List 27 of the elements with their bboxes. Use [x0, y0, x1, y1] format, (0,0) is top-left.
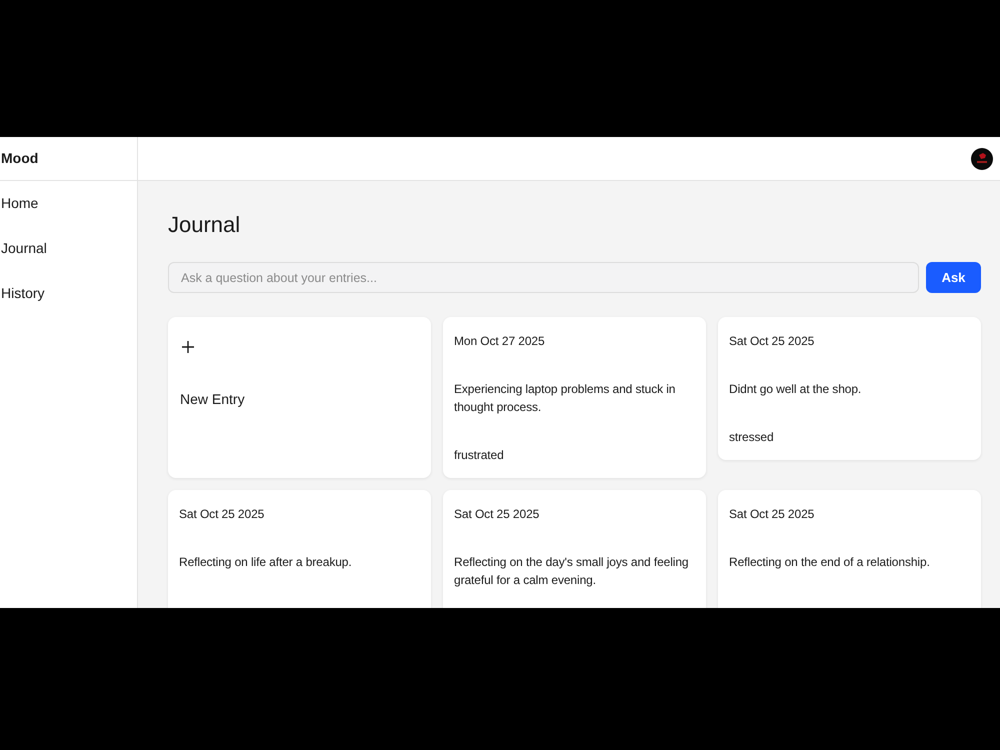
sidebar-item[interactable]: Home: [0, 181, 38, 226]
entry-text: Reflecting on the day's small joys and feeling grateful for a calm evening.: [454, 554, 690, 589]
entry-card[interactable]: Sat Oct 25 2025 Reflecting on the end of a relationship.: [718, 490, 981, 608]
page-title: Journal: [168, 211, 240, 239]
plus-icon: [182, 341, 194, 353]
avatar-icon[interactable]: [971, 148, 993, 170]
entry-card[interactable]: Sat Oct 25 2025 Didnt go well at the shop. stressed: [718, 317, 981, 460]
search-field[interactable]: Ask a question about your entries...: [168, 262, 919, 293]
app-name: Mood: [1, 149, 38, 168]
entry-text: Experiencing laptop problems and stuck in thought process.: [454, 381, 676, 416]
entry-text: Reflecting on the end of a relationship.: [729, 554, 931, 571]
entry-date: Mon Oct 27 2025: [454, 333, 545, 350]
sidebar-item[interactable]: Journal: [0, 226, 47, 271]
ask-button[interactable]: Ask: [926, 262, 981, 293]
entry-date: Sat Oct 25 2025: [454, 506, 540, 523]
entry-mood: frustrated: [454, 447, 504, 464]
new-entry-button[interactable]: New Entry: [168, 317, 431, 478]
entry-card[interactable]: Sat Oct 25 2025 Reflecting on the day's small joys and feeling grateful for a calm evening.: [443, 490, 706, 608]
entry-card[interactable]: Mon Oct 27 2025 Experiencing laptop problems and stuck in thought process. frustrated: [443, 317, 706, 478]
entry-date: Sat Oct 25 2025: [729, 333, 814, 350]
entry-text: Reflecting on life after a breakup.: [179, 554, 353, 571]
entry-date: Sat Oct 25 2025: [729, 506, 814, 523]
sidebar-item[interactable]: History: [0, 271, 45, 316]
entry-text: Didnt go well at the shop.: [729, 381, 862, 398]
entry-mood: stressed: [729, 429, 774, 446]
entry-date: Sat Oct 25 2025: [179, 506, 264, 523]
entry-card[interactable]: Sat Oct 25 2025 Reflecting on life after a breakup.: [168, 490, 431, 608]
